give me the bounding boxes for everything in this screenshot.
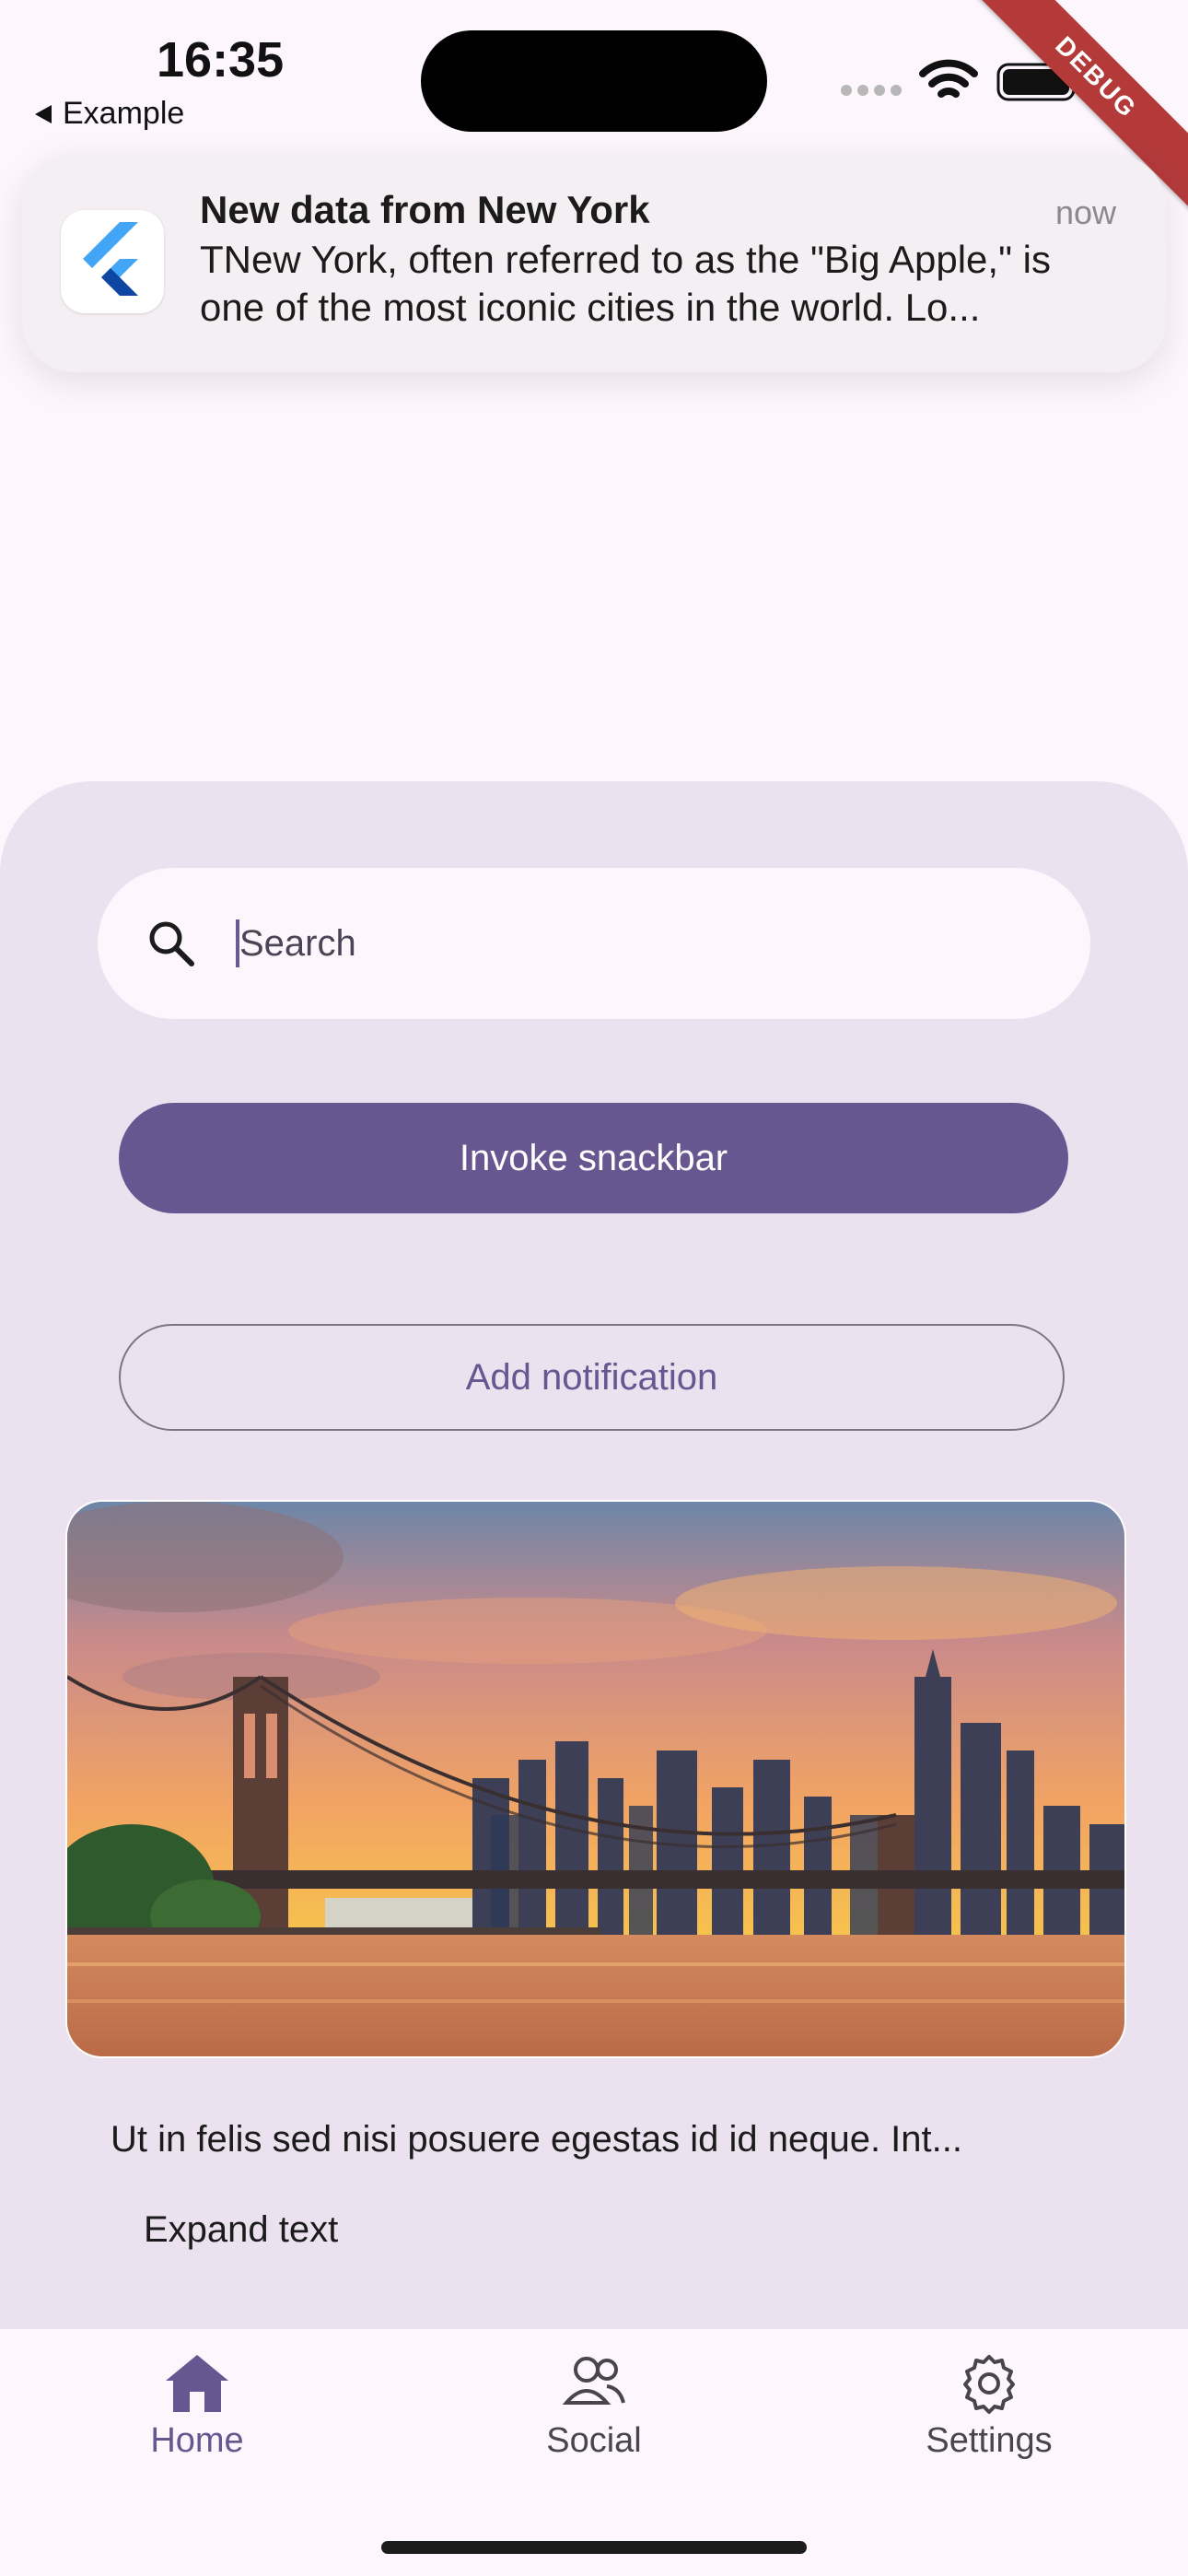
home-indicator[interactable] — [381, 2541, 807, 2554]
nav-label-settings: Settings — [926, 2421, 1053, 2460]
notification-time: now — [1054, 193, 1116, 231]
back-triangle-icon — [35, 104, 52, 123]
expand-text-button[interactable]: Expand text — [144, 2209, 338, 2251]
invoke-snackbar-button[interactable]: Invoke snackbar — [119, 1103, 1068, 1213]
notification-body: TNew York, often referred to as the "Big… — [200, 238, 1051, 329]
flutter-app-icon — [61, 210, 164, 313]
nav-item-settings[interactable]: Settings — [851, 2351, 1127, 2461]
people-icon — [562, 2357, 625, 2405]
back-to-app-link[interactable]: Example — [33, 96, 184, 132]
search-icon — [149, 921, 194, 966]
search-bar[interactable] — [98, 868, 1090, 1019]
dynamic-island — [421, 30, 767, 132]
back-app-label: Example — [63, 96, 185, 131]
nav-item-social[interactable]: Social — [456, 2351, 732, 2461]
body-paragraph: Ut in felis sed nisi posuere egestas id … — [111, 2119, 962, 2160]
add-notification-button[interactable]: Add notification — [119, 1324, 1065, 1431]
gear-icon — [963, 2355, 1015, 2414]
wifi-icon — [919, 59, 978, 98]
nav-label-home: Home — [150, 2421, 244, 2460]
nav-label-social: Social — [546, 2421, 642, 2460]
search-input[interactable] — [238, 921, 996, 966]
status-time: 16:35 — [157, 32, 285, 88]
push-notification[interactable]: New data from New York now TNew York, of… — [22, 155, 1166, 372]
signal-dots-icon — [841, 85, 902, 96]
home-icon — [166, 2355, 228, 2412]
city-skyline-image — [65, 1500, 1126, 2058]
notification-title: New data from New York — [200, 188, 650, 231]
nav-item-home[interactable]: Home — [59, 2351, 335, 2461]
